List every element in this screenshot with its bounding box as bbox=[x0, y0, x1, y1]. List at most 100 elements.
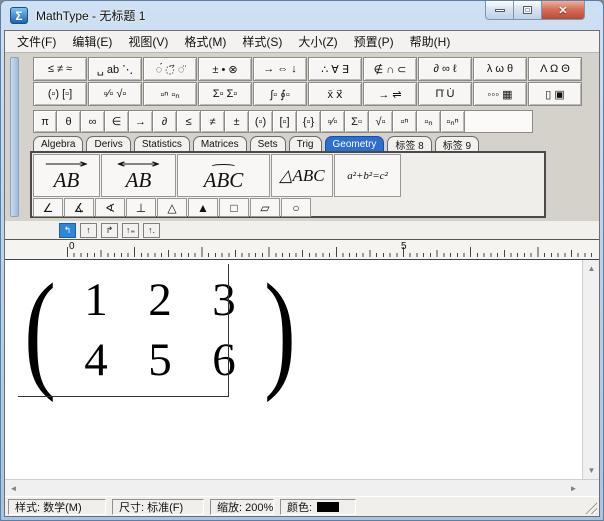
status-color-field[interactable]: 颜色: bbox=[280, 498, 356, 515]
matrix-cell[interactable]: 5 bbox=[148, 335, 172, 385]
tab-label-9[interactable]: 标签 9 bbox=[434, 136, 480, 152]
matrix-cell[interactable]: 2 bbox=[148, 275, 172, 325]
window-controls: ✕ bbox=[485, 1, 585, 20]
close-button[interactable]: ✕ bbox=[542, 1, 585, 20]
shape-angle[interactable]: ∠ bbox=[33, 198, 63, 217]
restore-button[interactable] bbox=[514, 1, 542, 20]
small-element-button[interactable]: ∈ bbox=[105, 110, 129, 133]
shape-measured-angle[interactable]: ∡ bbox=[64, 198, 94, 217]
matrix-cell[interactable]: 4 bbox=[84, 335, 108, 385]
tabstop-center-button[interactable]: ↑ bbox=[80, 222, 97, 238]
matrix-cell[interactable]: 6 bbox=[212, 335, 236, 385]
shape-spherical-angle[interactable]: ∢ bbox=[95, 198, 125, 217]
palette-greek-lowercase[interactable]: λ ω θ bbox=[473, 57, 527, 81]
small-infinity-button[interactable]: ∞ bbox=[81, 110, 105, 133]
small-plusminus-button[interactable]: ± bbox=[225, 110, 249, 133]
menu-size[interactable]: 大小(Z) bbox=[290, 31, 345, 52]
shape-circle[interactable]: ○ bbox=[281, 198, 311, 217]
palette-product-set-templates[interactable]: Π̇ U̇ bbox=[418, 82, 472, 106]
tab-algebra[interactable]: Algebra bbox=[33, 136, 84, 152]
shape-triangle-outline[interactable]: △ bbox=[157, 198, 187, 217]
tpl-arc-abc[interactable]: ⌢ ABC bbox=[177, 154, 270, 197]
toolbar-gripper[interactable] bbox=[10, 57, 19, 217]
small-subsuperscript-template-button[interactable]: ▫ₙⁿ bbox=[441, 110, 465, 133]
tab-statistics[interactable]: Statistics bbox=[133, 136, 190, 152]
tab-sets[interactable]: Sets bbox=[249, 136, 286, 152]
palette-matrix-templates[interactable]: ◦◦◦ ▦ bbox=[473, 82, 527, 106]
small-pi-button[interactable]: π bbox=[33, 110, 57, 133]
vertical-scrollbar[interactable]: ▲ ▼ bbox=[582, 260, 599, 479]
tpl-pythagorean[interactable]: a²+b²=c² bbox=[334, 154, 401, 197]
minimize-button[interactable] bbox=[485, 1, 514, 20]
shape-triangle-filled[interactable]: ▲ bbox=[188, 198, 218, 217]
tpl-line-ab[interactable]: ⟷ AB bbox=[101, 154, 176, 197]
scroll-down-arrow[interactable]: ▼ bbox=[583, 462, 600, 479]
menu-format[interactable]: 格式(M) bbox=[176, 31, 234, 52]
equation-editing-area[interactable]: ( 1 2 3 4 5 6 ) bbox=[5, 260, 582, 479]
palette-operators[interactable]: ± • ⊗ bbox=[198, 57, 252, 81]
menu-file[interactable]: 文件(F) bbox=[9, 31, 64, 52]
palette-spaces-ellipses[interactable]: ␣ ab ⋱ bbox=[88, 57, 142, 81]
small-arrow-button[interactable]: → bbox=[129, 110, 153, 133]
palette-bar-arrow-templates[interactable]: x̄ x⃗ bbox=[308, 82, 362, 106]
tpl-vector-ab[interactable]: ⟶ AB bbox=[33, 154, 100, 197]
palette-logic[interactable]: ∴ ∀ ∃ bbox=[308, 57, 362, 81]
shape-square[interactable]: □ bbox=[219, 198, 249, 217]
menu-style[interactable]: 样式(S) bbox=[234, 31, 290, 52]
status-zoom-field[interactable]: 缩放: 200% bbox=[210, 498, 274, 515]
arc-icon: ⌢ bbox=[209, 155, 238, 171]
tpl-triangle-abc[interactable]: △ABC bbox=[271, 154, 333, 197]
scroll-left-arrow[interactable]: ◄ bbox=[5, 480, 22, 497]
tab-label-8[interactable]: 标签 8 bbox=[387, 136, 432, 152]
horizontal-scrollbar[interactable]: ◄ ► bbox=[5, 479, 582, 496]
palette-relational-symbols[interactable]: ≤ ≠ ≈ bbox=[33, 57, 87, 81]
status-style-field[interactable]: 样式: 数学(M) bbox=[8, 498, 106, 515]
tabstop-equal-button[interactable]: ↑₌ bbox=[122, 222, 139, 238]
palette-greek-uppercase[interactable]: Λ Ω Θ bbox=[528, 57, 582, 81]
matrix-expression[interactable]: ( 1 2 3 4 5 6 ) bbox=[18, 263, 302, 397]
menu-view[interactable]: 视图(V) bbox=[120, 31, 176, 52]
resize-grip-icon[interactable] bbox=[584, 501, 597, 514]
small-bracket-template-button[interactable]: [▫] bbox=[273, 110, 297, 133]
small-theta-button[interactable]: θ bbox=[57, 110, 81, 133]
tab-trig[interactable]: Trig bbox=[288, 136, 322, 152]
palette-embellishments[interactable]: ◌́ ◌⃗ ◌̈ bbox=[143, 57, 197, 81]
ruler[interactable]: 0 5 bbox=[5, 240, 599, 260]
matrix-cell[interactable]: 3 bbox=[212, 275, 236, 325]
scroll-right-arrow[interactable]: ► bbox=[565, 480, 582, 497]
small-sqrt-template-button[interactable]: √▫ bbox=[369, 110, 393, 133]
small-sum-template-button[interactable]: Σ▫ bbox=[345, 110, 369, 133]
tab-geometry[interactable]: Geometry bbox=[324, 136, 385, 152]
palette-arrows[interactable]: → ⇔ ↓ bbox=[253, 57, 307, 81]
menu-edit[interactable]: 编辑(E) bbox=[64, 31, 120, 52]
shape-parallelogram[interactable]: ▱ bbox=[250, 198, 280, 217]
palette-integral-templates[interactable]: ∫▫ ∮▫ bbox=[253, 82, 307, 106]
menu-preferences[interactable]: 预置(P) bbox=[346, 31, 402, 52]
palette-set-theory[interactable]: ∉ ∩ ⊂ bbox=[363, 57, 417, 81]
palette-box-templates[interactable]: ▯ ▣ bbox=[528, 82, 582, 106]
palette-misc-symbols[interactable]: ∂ ∞ ℓ bbox=[418, 57, 472, 81]
palette-script-templates[interactable]: ▫ⁿ ▫ₙ bbox=[143, 82, 197, 106]
palette-fence-templates[interactable]: (▫) [▫] bbox=[33, 82, 87, 106]
small-subscript-template-button[interactable]: ▫ₙ bbox=[417, 110, 441, 133]
scroll-up-arrow[interactable]: ▲ bbox=[583, 260, 600, 277]
menu-help[interactable]: 帮助(H) bbox=[402, 31, 459, 52]
small-brace-template-button[interactable]: {▫} bbox=[297, 110, 321, 133]
small-partial-button[interactable]: ∂ bbox=[153, 110, 177, 133]
palette-fraction-radical-templates[interactable]: ▫∕▫ √▫ bbox=[88, 82, 142, 106]
small-fraction-template-button[interactable]: ▫∕▫ bbox=[321, 110, 345, 133]
status-size-field[interactable]: 尺寸: 标准(F) bbox=[112, 498, 204, 515]
tabstop-left-button[interactable]: ↰ bbox=[59, 222, 76, 238]
tabstop-right-button[interactable]: ↱ bbox=[101, 222, 118, 238]
small-paren-template-button[interactable]: (▫) bbox=[249, 110, 273, 133]
small-neq-button[interactable]: ≠ bbox=[201, 110, 225, 133]
small-leq-button[interactable]: ≤ bbox=[177, 110, 201, 133]
tabstop-decimal-button[interactable]: ↑. bbox=[143, 222, 160, 238]
shape-perpendicular[interactable]: ⊥ bbox=[126, 198, 156, 217]
palette-labeled-arrow-templates[interactable]: → ⇌ bbox=[363, 82, 417, 106]
matrix-cell[interactable]: 1 bbox=[84, 275, 108, 325]
small-superscript-template-button[interactable]: ▫ⁿ bbox=[393, 110, 417, 133]
palette-sum-templates[interactable]: Σ▫ Σ▫ bbox=[198, 82, 252, 106]
tab-matrices[interactable]: Matrices bbox=[192, 136, 247, 152]
tab-derivs[interactable]: Derivs bbox=[86, 136, 131, 152]
